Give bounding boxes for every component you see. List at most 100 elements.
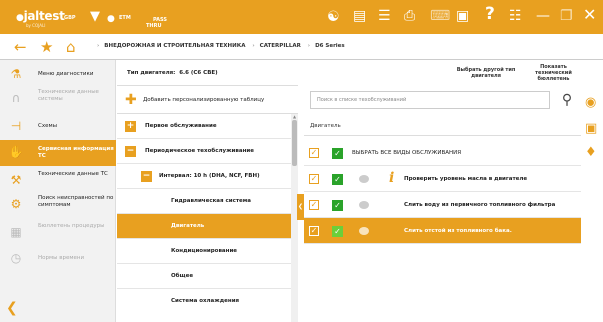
sidebar-item-label: Поиск неисправностей по симптомам xyxy=(38,195,114,208)
schematic-icon: ⊣ xyxy=(10,119,22,133)
eye-icon[interactable]: ◉ xyxy=(585,96,596,110)
comment-icon[interactable] xyxy=(359,227,369,235)
check-icon[interactable]: ✓ xyxy=(332,174,343,185)
sidebar: ⚗ Меню диагностики ∩ Технические данные … xyxy=(0,60,116,322)
grid-icon[interactable]: ☷ xyxy=(509,9,522,23)
operation-row[interactable]: ✓ ✓ Слить воду из первичного топливного … xyxy=(304,192,581,218)
diagnostics-icon: ⚗ xyxy=(10,67,22,81)
search-icon[interactable]: ⚲ xyxy=(557,90,577,110)
help-icon[interactable]: ? xyxy=(485,6,495,23)
search-placeholder: Поиск в списке техобслуживаний xyxy=(317,97,407,103)
wrench-hand-icon: ✋ xyxy=(8,145,24,159)
sidebar-item-label: Бюллетень процедуры xyxy=(38,223,105,229)
expand-icon[interactable]: + xyxy=(125,121,136,132)
document-icon[interactable]: ▤ xyxy=(353,9,366,23)
chevron-left-icon[interactable]: ❮ xyxy=(6,300,18,316)
add-custom-table-button[interactable]: ✚ Добавить персонализированную таблицу xyxy=(117,86,298,114)
sidebar-item-label: Сервисная информация ТС xyxy=(38,146,114,159)
vehicle-icon[interactable]: ▼ xyxy=(90,10,100,24)
tools-icon: ⚒ xyxy=(10,173,22,187)
scroll-thumb[interactable] xyxy=(292,120,297,166)
scroll-up-icon[interactable]: ▲ xyxy=(291,114,298,119)
sidebar-item-vehicle-tech-data[interactable]: ⚒ Технические данные ТС xyxy=(0,168,116,192)
home-icon[interactable]: ⌂ xyxy=(66,39,76,55)
tree-item[interactable]: Гидравлическая система xyxy=(117,189,291,214)
breadcrumb-item[interactable]: ВНЕДОРОЖНАЯ И СТРОИТЕЛЬНАЯ ТЕХНИКА xyxy=(104,43,245,49)
breadcrumb: › ВНЕДОРОЖНАЯ И СТРОИТЕЛЬНАЯ ТЕХНИКА › CAT… xyxy=(97,43,345,49)
sidebar-item-diagnostics[interactable]: ⚗ Меню диагностики xyxy=(0,62,116,86)
sidebar-item-label: Меню диагностики xyxy=(38,71,94,77)
maintenance-tree-panel: Тип двигателя: 6.6 (C6 CBE) ✚ Добавить п… xyxy=(117,60,298,322)
camera-icon[interactable]: ▣ xyxy=(456,9,469,23)
tree-item[interactable]: Система охлаждения xyxy=(117,289,291,314)
tree-item[interactable]: + Первое обслуживание xyxy=(117,114,291,139)
tree-item[interactable]: − Периодическое техобслуживание xyxy=(117,139,291,164)
collapse-panel-button[interactable]: ❮ xyxy=(297,194,304,220)
operations-panel: Выбрать другой тип двигателя Показать те… xyxy=(304,60,581,322)
magnet-icon: ∩ xyxy=(11,91,21,105)
favorite-star-icon[interactable]: ★ xyxy=(40,39,53,55)
logo-subtitle: by COJALI xyxy=(26,23,46,28)
comment-icon[interactable] xyxy=(359,175,369,183)
troubleshoot-icon: ⚙ xyxy=(10,197,22,211)
column-header: Двигатель xyxy=(304,116,581,136)
show-bulletin-button[interactable]: Показать технический бюллетень xyxy=(526,62,581,84)
info-icon[interactable]: i xyxy=(389,171,394,185)
sidebar-item-label: Схемы xyxy=(38,123,57,129)
back-arrow-icon[interactable]: ← xyxy=(14,39,27,55)
engine-type-row: Тип двигателя: 6.6 (C6 CBE) xyxy=(117,60,298,86)
sidebar-item-label: Технические данные системы xyxy=(38,89,99,102)
check-icon[interactable]: ✓ xyxy=(332,226,343,237)
right-toolbar: ◉ ▣ ♦ xyxy=(581,60,603,322)
bulletin-icon: ▦ xyxy=(10,225,22,239)
pass-thru-button[interactable]: PASS THRU xyxy=(146,11,167,35)
tree-item[interactable]: Двигатель xyxy=(117,214,291,239)
search-input[interactable]: Поиск в списке техобслуживаний xyxy=(310,91,550,109)
operation-row[interactable]: ✓ ✓ i Проверить уровень масла в двигател… xyxy=(304,166,581,192)
etm-icon: ● xyxy=(107,14,115,24)
sidebar-item-troubleshooting[interactable]: ⚙ Поиск неисправностей по симптомам xyxy=(0,192,116,220)
navigation-bar: ← ★ ⌂ › ВНЕДОРОЖНАЯ И СТРОИТЕЛЬНАЯ ТЕХНИК… xyxy=(0,34,603,60)
checkbox-icon[interactable]: ✓ xyxy=(309,148,319,158)
plus-icon: ✚ xyxy=(125,92,137,108)
top-bar: ●jaltest by COJALI GBP ▼ ● ETM PASS THRU… xyxy=(0,0,603,34)
keyboard-icon[interactable]: ⌨ xyxy=(430,9,450,23)
wifi-status-icon[interactable]: ☯ xyxy=(327,10,340,24)
printer-icon[interactable]: ⎙ xyxy=(404,9,415,23)
list-icon[interactable]: ☰ xyxy=(378,9,391,23)
comment-icon[interactable] xyxy=(359,201,369,209)
save-icon[interactable]: ▣ xyxy=(585,122,597,136)
select-all-row[interactable]: ✓ ✓ ВЫБРАТЬ ВСЕ ВИДЫ ОБСЛУЖИВАНИЯ xyxy=(304,140,581,166)
select-all-label: ВЫБРАТЬ ВСЕ ВИДЫ ОБСЛУЖИВАНИЯ xyxy=(352,150,462,156)
gbp-button[interactable]: GBP xyxy=(64,15,76,21)
minimize-icon[interactable]: — xyxy=(536,9,550,23)
restore-icon[interactable]: ❐ xyxy=(560,9,573,23)
tree-item[interactable]: Общее xyxy=(117,264,291,289)
time-icon: ◷ xyxy=(10,251,22,265)
checkbox-icon[interactable]: ✓ xyxy=(309,226,319,236)
tree-item[interactable]: Кондиционирование xyxy=(117,239,291,264)
collapse-icon[interactable]: − xyxy=(125,146,136,157)
operation-row[interactable]: ✓ ✓ Слить отстой из топливного бака. xyxy=(304,218,581,244)
tree-item[interactable]: − Интервал: 10 h (DHA, NCF, FBH) xyxy=(117,164,291,189)
sidebar-item-labour-times[interactable]: ◷ Нормы времени xyxy=(0,246,116,270)
sidebar-item-schematics[interactable]: ⊣ Схемы xyxy=(0,114,116,138)
check-icon[interactable]: ✓ xyxy=(332,200,343,211)
add-custom-table-label: Добавить персонализированную таблицу xyxy=(143,97,265,103)
sidebar-item-label: Нормы времени xyxy=(38,255,85,261)
sidebar-item-service-info[interactable]: ✋ Сервисная информация ТС xyxy=(0,140,116,166)
checkbox-icon[interactable]: ✓ xyxy=(309,200,319,210)
sidebar-item-label: Технические данные ТС xyxy=(38,171,108,177)
app-logo: ●jaltest xyxy=(16,9,65,23)
breadcrumb-item[interactable]: D6 Series xyxy=(315,43,345,49)
change-engine-button[interactable]: Выбрать другой тип двигателя xyxy=(448,63,524,83)
close-icon[interactable]: ✕ xyxy=(583,7,596,23)
check-icon[interactable]: ✓ xyxy=(332,148,343,159)
checkbox-icon[interactable]: ✓ xyxy=(309,174,319,184)
sidebar-item-system-tech-data[interactable]: ∩ Технические данные системы xyxy=(0,86,116,110)
collapse-icon[interactable]: − xyxy=(141,171,152,182)
sidebar-item-bulletins[interactable]: ▦ Бюллетень процедуры xyxy=(0,220,116,244)
breadcrumb-item[interactable]: CATERPILLAR xyxy=(260,43,301,49)
parts-icon[interactable]: ♦ xyxy=(585,146,597,160)
etm-button[interactable]: ETM xyxy=(119,15,131,21)
